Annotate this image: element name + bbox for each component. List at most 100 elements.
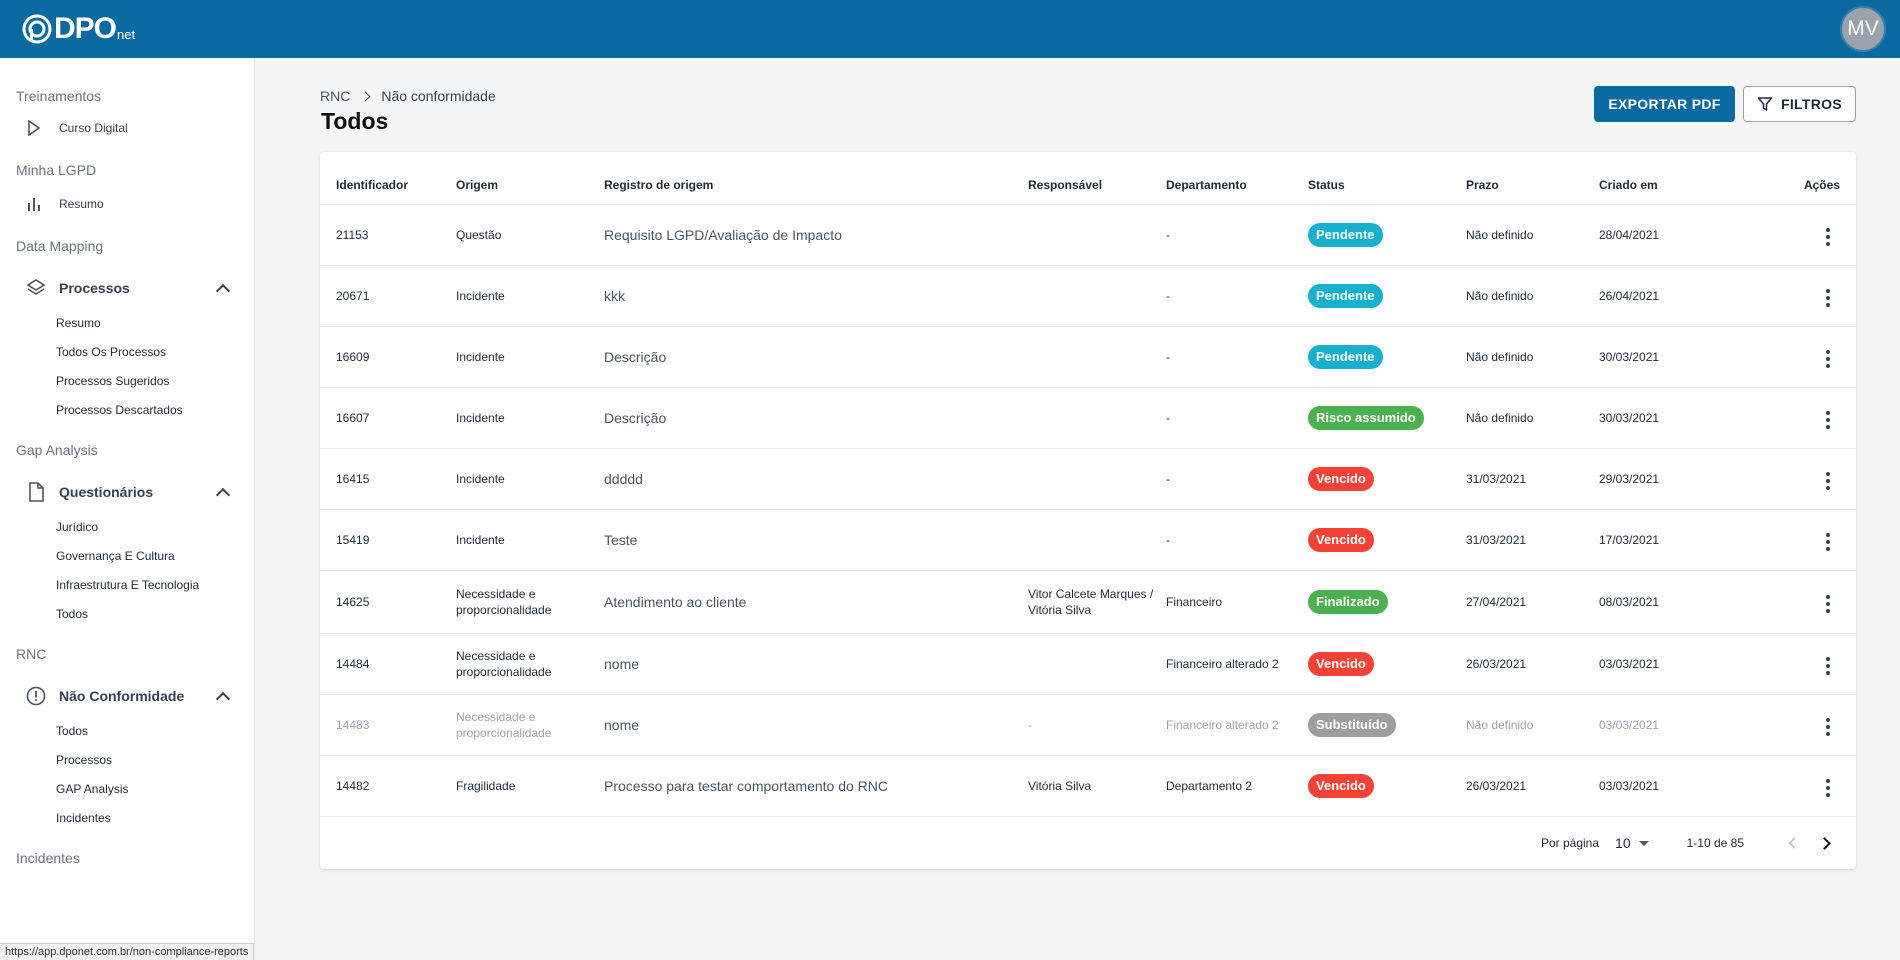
document-icon: [25, 481, 47, 503]
prev-page-button[interactable]: [1782, 831, 1806, 855]
more-actions-icon[interactable]: [1816, 530, 1840, 554]
cell-registro: Requisito LGPD/Avaliação de Impacto: [604, 204, 1028, 266]
cell-responsavel: Vitor Calcete Marques / Vitória Silva: [1028, 570, 1166, 634]
sidebar-item-juridico[interactable]: Jurídico: [0, 512, 254, 541]
cell-status: Vencido: [1308, 448, 1466, 510]
table-row[interactable]: 14482 Fragilidade Processo para testar com…: [320, 755, 1856, 817]
next-page-button[interactable]: [1812, 831, 1836, 855]
sidebar-item-infraestrutura[interactable]: Infraestrutura E Tecnologia: [0, 570, 254, 599]
cell-departamento: -: [1166, 509, 1308, 571]
cell-criado: 30/03/2021: [1599, 326, 1749, 388]
status-badge: Vencido: [1308, 651, 1374, 676]
cell-registro: Processo para testar comportamento do RN…: [604, 755, 1028, 817]
table-header-row: Identificador Origem Registro de origem …: [320, 152, 1856, 205]
status-badge: Finalizado: [1308, 589, 1388, 614]
sidebar-group-label: Questionários: [59, 484, 154, 500]
cell-responsavel: [1028, 448, 1166, 510]
table-row[interactable]: 16609 Incidente Descrição - Pendente Não defi…: [320, 326, 1856, 388]
cell-departamento: -: [1166, 265, 1308, 327]
more-actions-icon[interactable]: [1816, 715, 1840, 739]
per-page-select[interactable]: 10: [1615, 835, 1649, 851]
status-badge: Risco assumido: [1308, 405, 1424, 430]
per-page-label: Por página: [1540, 836, 1600, 850]
table-row[interactable]: 21153 Questão Requisito LGPD/Avaliação de …: [320, 204, 1856, 266]
col-responsavel: Responsável: [1028, 152, 1166, 205]
col-prazo: Prazo: [1466, 152, 1599, 205]
filter-icon: [1757, 97, 1773, 111]
sidebar-group-processos[interactable]: Processos: [0, 268, 254, 308]
page-title: Todos: [321, 108, 389, 134]
table-row[interactable]: 14484 Necessidade e proporcionalidade nome…: [320, 633, 1856, 695]
status-badge: Vencido: [1308, 466, 1374, 491]
sidebar-item-processos-sugeridos[interactable]: Processos Sugeridos: [0, 366, 254, 395]
sidebar-item-rnc-todos[interactable]: Todos: [0, 716, 254, 745]
sidebar-item-questionarios-todos[interactable]: Todos: [0, 599, 254, 628]
table-row[interactable]: 15419 Incidente Teste - Vencido 31/03/2021 17/…: [320, 509, 1856, 571]
status-badge: Pendente: [1308, 344, 1383, 369]
cell-status: Vencido: [1308, 509, 1466, 571]
more-actions-icon[interactable]: [1816, 469, 1840, 493]
cell-criado: 08/03/2021: [1599, 570, 1749, 634]
table-row[interactable]: 14483 Necessidade e proporcionalidade nome…: [320, 694, 1856, 756]
cell-status: Vencido: [1308, 755, 1466, 817]
cell-criado: 17/03/2021: [1599, 509, 1749, 571]
cell-prazo: 26/03/2021: [1466, 755, 1599, 817]
sidebar-item-governanca[interactable]: Governança E Cultura: [0, 541, 254, 570]
sidebar-item-rnc-gap-analysis[interactable]: GAP Analysis: [0, 774, 254, 803]
cell-departamento: Financeiro alterado 2: [1166, 633, 1308, 695]
more-actions-icon[interactable]: [1816, 286, 1840, 310]
cell-departamento: -: [1166, 204, 1308, 266]
cell-status: Vencido: [1308, 633, 1466, 695]
cell-responsavel: Vitória Silva: [1028, 755, 1166, 817]
more-actions-icon[interactable]: [1816, 654, 1840, 678]
sidebar-item-curso-digital[interactable]: Curso Digital: [0, 110, 254, 146]
cell-responsavel: [1028, 326, 1166, 388]
layers-icon: [25, 277, 47, 299]
table-row[interactable]: 14625 Necessidade e proporcionalidade Aten…: [320, 570, 1856, 634]
cell-criado: 03/03/2021: [1599, 633, 1749, 695]
sidebar-group-questionarios[interactable]: Questionários: [0, 472, 254, 512]
more-actions-icon[interactable]: [1816, 592, 1840, 616]
sidebar-group-nao-conformidade[interactable]: Não Conformidade: [0, 676, 254, 716]
cell-acoes: [1749, 570, 1856, 634]
pagination: Por página 10 1-10 de 85: [320, 817, 1856, 869]
cell-origem: Necessidade e proporcionalidade: [456, 694, 604, 756]
col-acoes: Ações: [1749, 152, 1856, 205]
more-actions-icon[interactable]: [1816, 776, 1840, 800]
table-row[interactable]: 20671 Incidente kkk - Pendente Não definido 26…: [320, 265, 1856, 327]
more-actions-icon[interactable]: [1816, 225, 1840, 249]
sidebar-item-resumo[interactable]: Resumo: [0, 184, 254, 224]
sidebar-item-processos-resumo[interactable]: Resumo: [0, 308, 254, 337]
cell-prazo: 26/03/2021: [1466, 633, 1599, 695]
col-origem: Origem: [456, 152, 604, 205]
export-pdf-button[interactable]: EXPORTAR PDF: [1594, 86, 1735, 122]
breadcrumb-rnc[interactable]: RNC: [320, 88, 350, 104]
more-actions-icon[interactable]: [1816, 408, 1840, 432]
cell-acoes: [1749, 265, 1856, 327]
user-avatar[interactable]: MV: [1840, 6, 1886, 52]
table-row[interactable]: 16607 Incidente Descrição - Risco assumido Nã…: [320, 387, 1856, 449]
chevron-up-icon: [215, 487, 231, 502]
status-badge: Pendente: [1308, 283, 1383, 308]
cell-prazo: Não definido: [1466, 265, 1599, 327]
table-row[interactable]: 16415 Incidente ddddd - Vencido 31/03/2021 29/…: [320, 448, 1856, 510]
cell-status: Finalizado: [1308, 570, 1466, 634]
cell-registro: kkk: [604, 265, 1028, 327]
more-actions-icon[interactable]: [1816, 347, 1840, 371]
sidebar-item-todos-os-processos[interactable]: Todos Os Processos: [0, 337, 254, 366]
cell-criado: 29/03/2021: [1599, 448, 1749, 510]
filters-button[interactable]: FILTROS: [1743, 86, 1856, 122]
cell-registro: Descrição: [604, 387, 1028, 449]
cell-acoes: [1749, 448, 1856, 510]
sidebar-item-rnc-processos[interactable]: Processos: [0, 745, 254, 774]
cell-status: Substituído: [1308, 694, 1466, 756]
cell-departamento: -: [1166, 326, 1308, 388]
page-range: 1-10 de 85: [1686, 836, 1744, 850]
cell-origem: Questão: [456, 204, 604, 266]
chevron-left-icon: [1788, 837, 1800, 849]
sidebar-item-rnc-incidentes[interactable]: Incidentes: [0, 803, 254, 832]
dropdown-arrow-icon: [1638, 840, 1649, 846]
cell-status: Pendente: [1308, 326, 1466, 388]
sidebar-item-processos-descartados[interactable]: Processos Descartados: [0, 395, 254, 424]
app-logo[interactable]: DPO net: [22, 12, 135, 46]
